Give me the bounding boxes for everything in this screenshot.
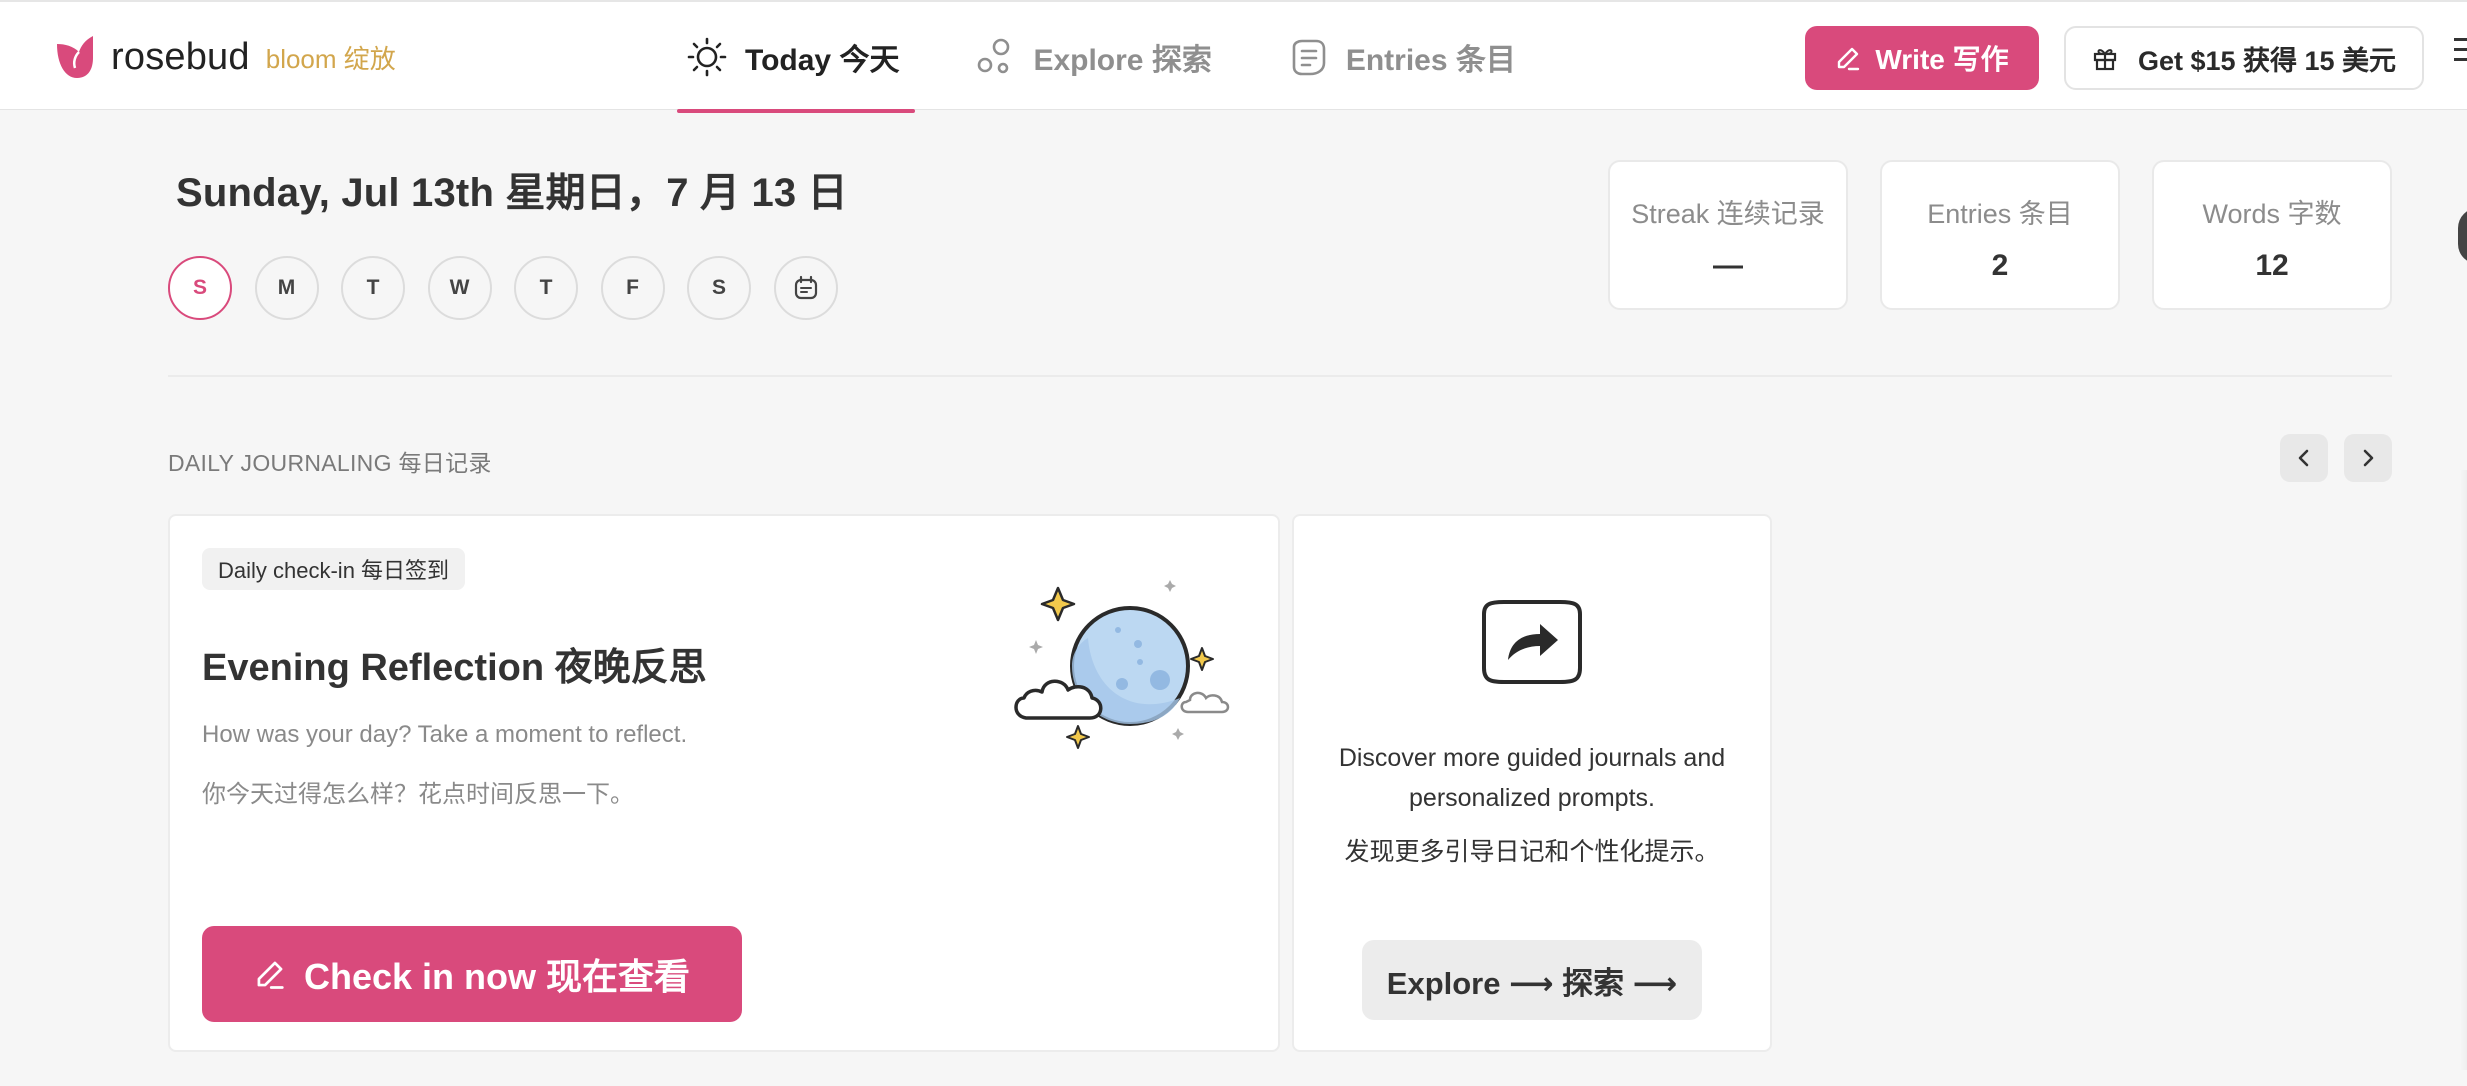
- stat-words-value: 12: [2255, 249, 2289, 282]
- tab-explore-label: Explore 探索: [1033, 44, 1212, 77]
- divider: [168, 375, 2392, 377]
- side-panel-edge: [2460, 470, 2467, 1070]
- calendar-button[interactable]: [773, 256, 838, 320]
- week-selector: S M T W T F S: [168, 256, 860, 320]
- tab-explore[interactable]: Explore 探索: [965, 2, 1227, 112]
- share-arrow-icon: [1482, 600, 1582, 684]
- stat-entries-value: 2: [1991, 249, 2009, 282]
- section-heading: DAILY JOURNALING 每日记录: [168, 450, 492, 476]
- check-in-button-label: Check in now 现在查看: [303, 956, 691, 997]
- write-button[interactable]: Write 写作: [1805, 26, 2039, 90]
- card-description-zh: 你今天过得怎么样？花点时间反思一下。: [202, 781, 634, 808]
- card-description: How was your day? Take a moment to refle…: [202, 721, 688, 748]
- menu-icon[interactable]: [2454, 38, 2467, 74]
- stat-streak-label: Streak 连续记录: [1631, 199, 1825, 229]
- moon-illustration-icon: [1014, 580, 1230, 749]
- stat-words: Words 字数 12: [2152, 160, 2392, 310]
- tab-entries-label: Entries 条目: [1345, 44, 1516, 77]
- tab-entries[interactable]: Entries 条目: [1278, 2, 1532, 112]
- entries-icon: [1292, 39, 1326, 76]
- rosebud-logo-icon: [57, 36, 93, 78]
- brand-name: rosebud: [111, 35, 250, 78]
- bubbles-icon: [978, 38, 1010, 74]
- explore-card: Discover more guided journals and person…: [1292, 514, 1772, 1052]
- day-thursday[interactable]: T: [514, 256, 578, 320]
- referral-button[interactable]: Get $15 获得 15 美元: [2064, 26, 2424, 90]
- gift-icon: [2093, 49, 2117, 71]
- page-title: Sunday, Jul 13th 星期日，7 月 13 日: [176, 171, 848, 215]
- stat-entries: Entries 条目 2: [1880, 160, 2120, 310]
- day-friday[interactable]: F: [600, 256, 665, 320]
- day-monday[interactable]: M: [254, 256, 319, 320]
- next-button[interactable]: [2344, 434, 2392, 482]
- checkin-badge: Daily check-in 每日签到: [202, 548, 466, 590]
- stat-streak: Streak 连续记录 —: [1608, 160, 1848, 310]
- write-button-label: Write 写作: [1875, 44, 2009, 75]
- main-nav: Today 今天 Explore 探索 Entries 条目: [677, 2, 1582, 113]
- referral-button-label: Get $15 获得 15 美元: [2137, 45, 2397, 76]
- stat-streak-value: —: [1713, 249, 1743, 282]
- side-handle[interactable]: [2458, 208, 2467, 264]
- day-tuesday[interactable]: T: [341, 256, 405, 320]
- stat-entries-label: Entries 条目: [1927, 199, 2073, 229]
- tab-today[interactable]: Today 今天: [677, 2, 916, 113]
- tab-today-label: Today 今天: [745, 44, 900, 77]
- prev-button[interactable]: [2280, 434, 2328, 482]
- checkin-card: Daily check-in 每日签到 Evening Reflection 夜…: [168, 514, 1280, 1052]
- pencil-icon: [1838, 47, 1860, 71]
- chevron-left-icon: [2298, 449, 2309, 467]
- day-sunday[interactable]: S: [168, 256, 232, 320]
- explore-text-line2: personalized prompts.: [1409, 784, 1655, 812]
- explore-text-line1: Discover more guided journals and: [1338, 744, 1726, 772]
- day-saturday[interactable]: S: [687, 256, 751, 320]
- brand-tag: bloom 绽放: [265, 43, 396, 74]
- top-bar: rosebud bloom 绽放 Today 今天 Explore 探索 Ent…: [0, 0, 2467, 113]
- explore-button[interactable]: Explore ⟶ 探索 ⟶: [1362, 940, 1702, 1020]
- explore-text-zh: 发现更多引导日记和个性化提示。: [1344, 838, 1720, 866]
- logo[interactable]: rosebud bloom 绽放: [55, 32, 396, 82]
- card-title: Evening Reflection 夜晚反思: [202, 647, 707, 689]
- stat-words-label: Words 字数: [2202, 199, 2342, 229]
- pencil-icon: [257, 961, 284, 989]
- day-wednesday[interactable]: W: [427, 256, 492, 320]
- sun-icon: [687, 37, 727, 77]
- chevron-right-icon: [2363, 449, 2374, 467]
- calendar-icon: [794, 275, 817, 300]
- check-in-button[interactable]: Check in now 现在查看: [202, 926, 742, 1022]
